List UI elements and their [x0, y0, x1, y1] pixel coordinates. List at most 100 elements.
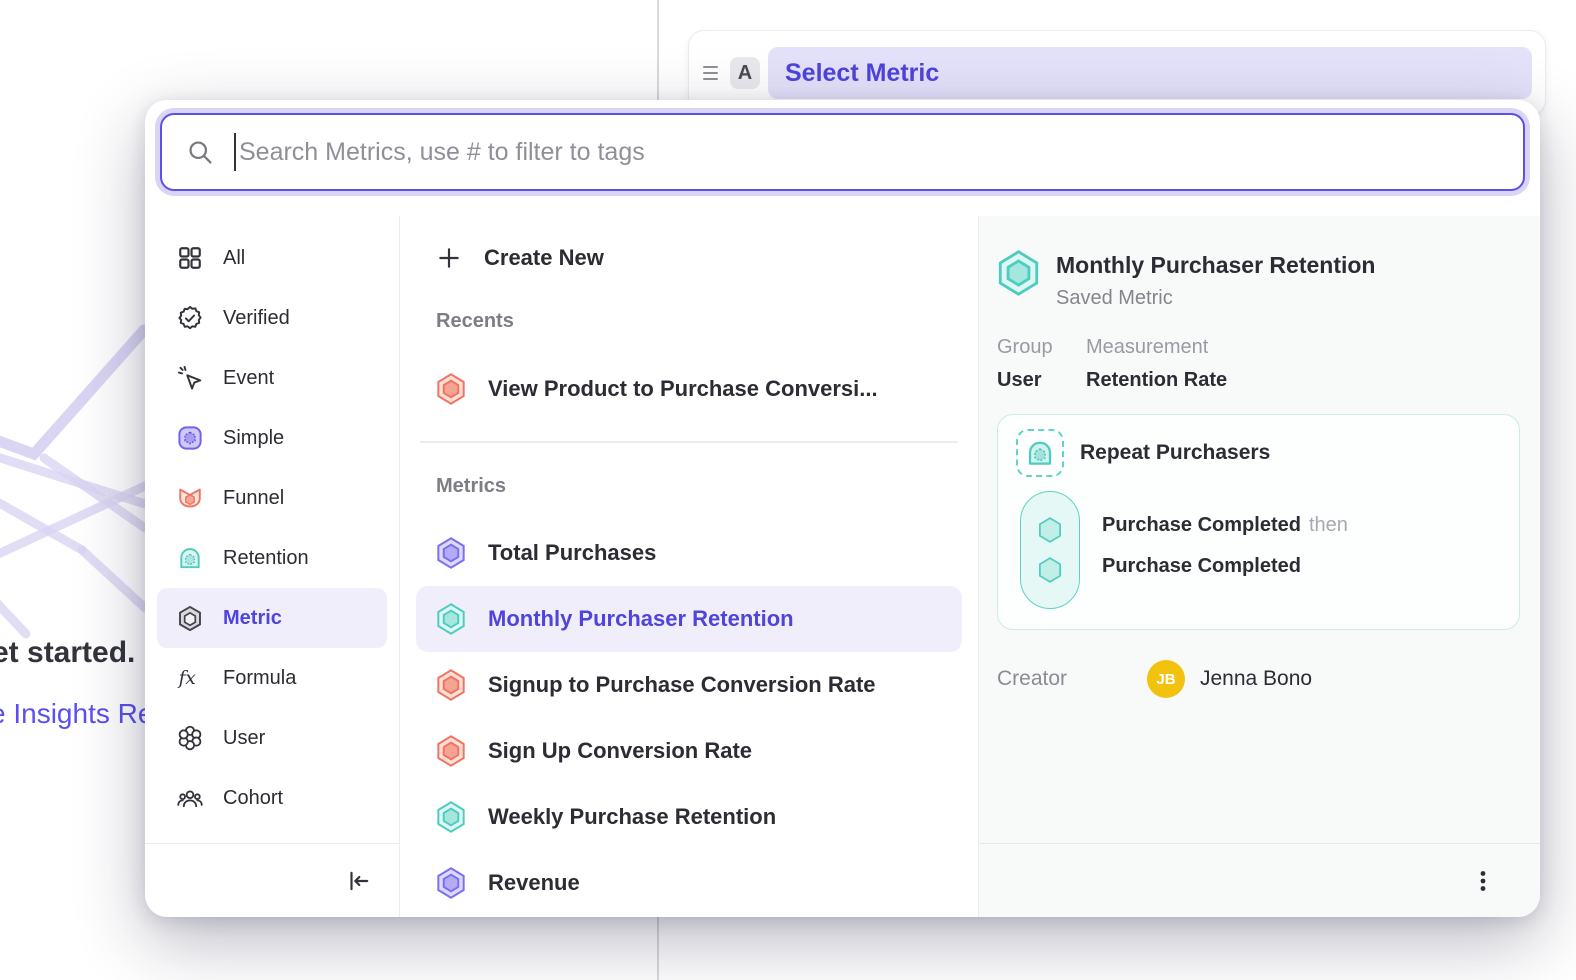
text-caret	[234, 133, 236, 171]
detail-title: Monthly Purchaser Retention	[1056, 250, 1375, 279]
funnel-metric-icon	[436, 669, 466, 701]
plus-icon	[436, 245, 462, 271]
retention-definition-icon	[1016, 429, 1064, 477]
sidebar-item-verified[interactable]: Verified	[157, 288, 387, 348]
cohort-people-icon	[177, 785, 203, 811]
detail-meta: Group User Measurement Retention Rate	[997, 336, 1520, 392]
sidebar-item-label: Funnel	[223, 487, 284, 510]
simple-metric-icon	[436, 867, 466, 899]
metric-hexagon-icon	[177, 605, 203, 631]
more-options-button[interactable]	[1462, 860, 1504, 902]
sidebar-item-retention[interactable]: Retention	[157, 528, 387, 588]
creator-row: Creator JB Jenna Bono	[997, 660, 1520, 698]
detail-footer	[979, 843, 1540, 917]
step1-event: Purchase Completed	[1102, 514, 1301, 536]
retention-metric-icon	[436, 603, 466, 635]
metric-item-label: Sign Up Conversion Rate	[488, 738, 752, 764]
metric-list-column: Create New Recents View Product to Purch…	[400, 216, 979, 917]
collapse-sidebar-button[interactable]	[337, 860, 379, 902]
sidebar-item-label: Event	[223, 367, 274, 390]
sidebar-item-simple[interactable]: Simple	[157, 408, 387, 468]
select-metric-label: Select Metric	[785, 59, 939, 88]
metric-picker-modal: All Verified Event	[145, 100, 1540, 917]
select-metric-chip[interactable]: Select Metric	[768, 47, 1532, 99]
creator-avatar: JB	[1147, 660, 1185, 698]
background-chart-decoration	[0, 318, 146, 678]
metric-item-sign-up-conversion[interactable]: Sign Up Conversion Rate	[416, 718, 962, 784]
sidebar-item-event[interactable]: Event	[157, 348, 387, 408]
step-hexagon-icon	[1037, 556, 1063, 584]
group-label: Group	[997, 336, 1086, 359]
modal-body: All Verified Event	[145, 216, 1540, 917]
sidebar-item-all[interactable]: All	[157, 228, 387, 288]
metric-item-monthly-purchaser-retention[interactable]: Monthly Purchaser Retention	[416, 586, 962, 652]
sidebar-item-label: All	[223, 247, 245, 270]
detail-header: Monthly Purchaser Retention Saved Metric	[997, 250, 1520, 310]
measurement-label: Measurement	[1086, 336, 1227, 359]
search-icon	[186, 138, 214, 166]
funnel-icon	[177, 485, 203, 511]
sidebar-item-label: User	[223, 727, 265, 750]
metric-item-revenue[interactable]: Revenue	[416, 850, 962, 916]
sidebar-item-label: Formula	[223, 667, 296, 690]
screen: et started. e Insights Re A Select Metri…	[0, 0, 1576, 980]
search-input[interactable]	[239, 138, 1499, 167]
step-connector: then	[1309, 514, 1348, 536]
create-new-label: Create New	[484, 245, 604, 271]
retention-arch-icon	[1025, 438, 1055, 468]
svg-text:fx: fx	[177, 668, 196, 689]
event-cursor-icon	[177, 365, 203, 391]
creator-name: Jenna Bono	[1200, 667, 1312, 691]
recent-item[interactable]: View Product to Purchase Conversi...	[416, 359, 962, 419]
search-box[interactable]	[160, 113, 1525, 191]
saved-metric-title: Repeat Purchasers	[1080, 441, 1270, 465]
formula-fx-icon: fx	[177, 665, 203, 691]
all-grid-icon	[177, 245, 203, 271]
drag-handle-icon[interactable]	[697, 60, 724, 86]
saved-metric-card: Repeat Purchasers Purchase Comp	[997, 414, 1520, 630]
metric-item-label: Weekly Purchase Retention	[488, 804, 776, 830]
block-a-badge[interactable]: A	[730, 57, 760, 89]
measurement-value: Retention Rate	[1086, 369, 1227, 392]
recents-heading: Recents	[436, 310, 942, 333]
sidebar-item-metric[interactable]: Metric	[157, 588, 387, 648]
retention-arch-icon	[177, 545, 203, 571]
sidebar-item-label: Verified	[223, 307, 290, 330]
metric-item-weekly-purchase-retention[interactable]: Weekly Purchase Retention	[416, 784, 962, 850]
verified-badge-icon	[177, 305, 203, 331]
metric-rows: Total Purchases Monthly Purchaser Retent…	[400, 520, 978, 916]
sidebar-item-label: Simple	[223, 427, 284, 450]
collapse-left-icon	[345, 868, 371, 894]
retention-metric-icon	[436, 801, 466, 833]
search-area	[145, 100, 1540, 210]
sidebar-item-label: Retention	[223, 547, 309, 570]
metric-item-label: Monthly Purchaser Retention	[488, 606, 794, 632]
sidebar-item-funnel[interactable]: Funnel	[157, 468, 387, 528]
funnel-metric-icon	[436, 735, 466, 767]
section-divider	[420, 441, 958, 443]
metric-item-signup-to-purchase[interactable]: Signup to Purchase Conversion Rate	[416, 652, 962, 718]
simple-hexagon-icon	[177, 425, 203, 451]
step2-event: Purchase Completed	[1102, 555, 1301, 577]
metric-item-total-purchases[interactable]: Total Purchases	[416, 520, 962, 586]
create-new-button[interactable]: Create New	[416, 232, 962, 284]
metrics-heading: Metrics	[436, 475, 942, 498]
filter-sidebar: All Verified Event	[145, 216, 400, 917]
kebab-menu-icon	[1471, 869, 1495, 893]
metric-item-label: Signup to Purchase Conversion Rate	[488, 672, 876, 698]
step-hexagon-icon	[1037, 516, 1063, 544]
retention-metric-icon	[997, 250, 1040, 296]
metric-item-label: Revenue	[488, 870, 580, 896]
user-cluster-icon	[177, 725, 203, 751]
sidebar-item-label: Cohort	[223, 787, 283, 810]
sidebar-item-formula[interactable]: fx Formula	[157, 648, 387, 708]
insights-report-link[interactable]: e Insights Re	[0, 698, 153, 730]
simple-metric-icon	[436, 537, 466, 569]
sidebar-item-user[interactable]: User	[157, 708, 387, 768]
retention-steps: Purchase Completed then Purchase Complete…	[1102, 491, 1348, 609]
sidebar-footer	[145, 843, 399, 917]
funnel-metric-icon	[436, 373, 466, 405]
sidebar-item-cohort[interactable]: Cohort	[157, 768, 387, 828]
metric-detail-panel: Monthly Purchaser Retention Saved Metric…	[979, 216, 1540, 917]
detail-subtitle: Saved Metric	[1056, 287, 1375, 310]
